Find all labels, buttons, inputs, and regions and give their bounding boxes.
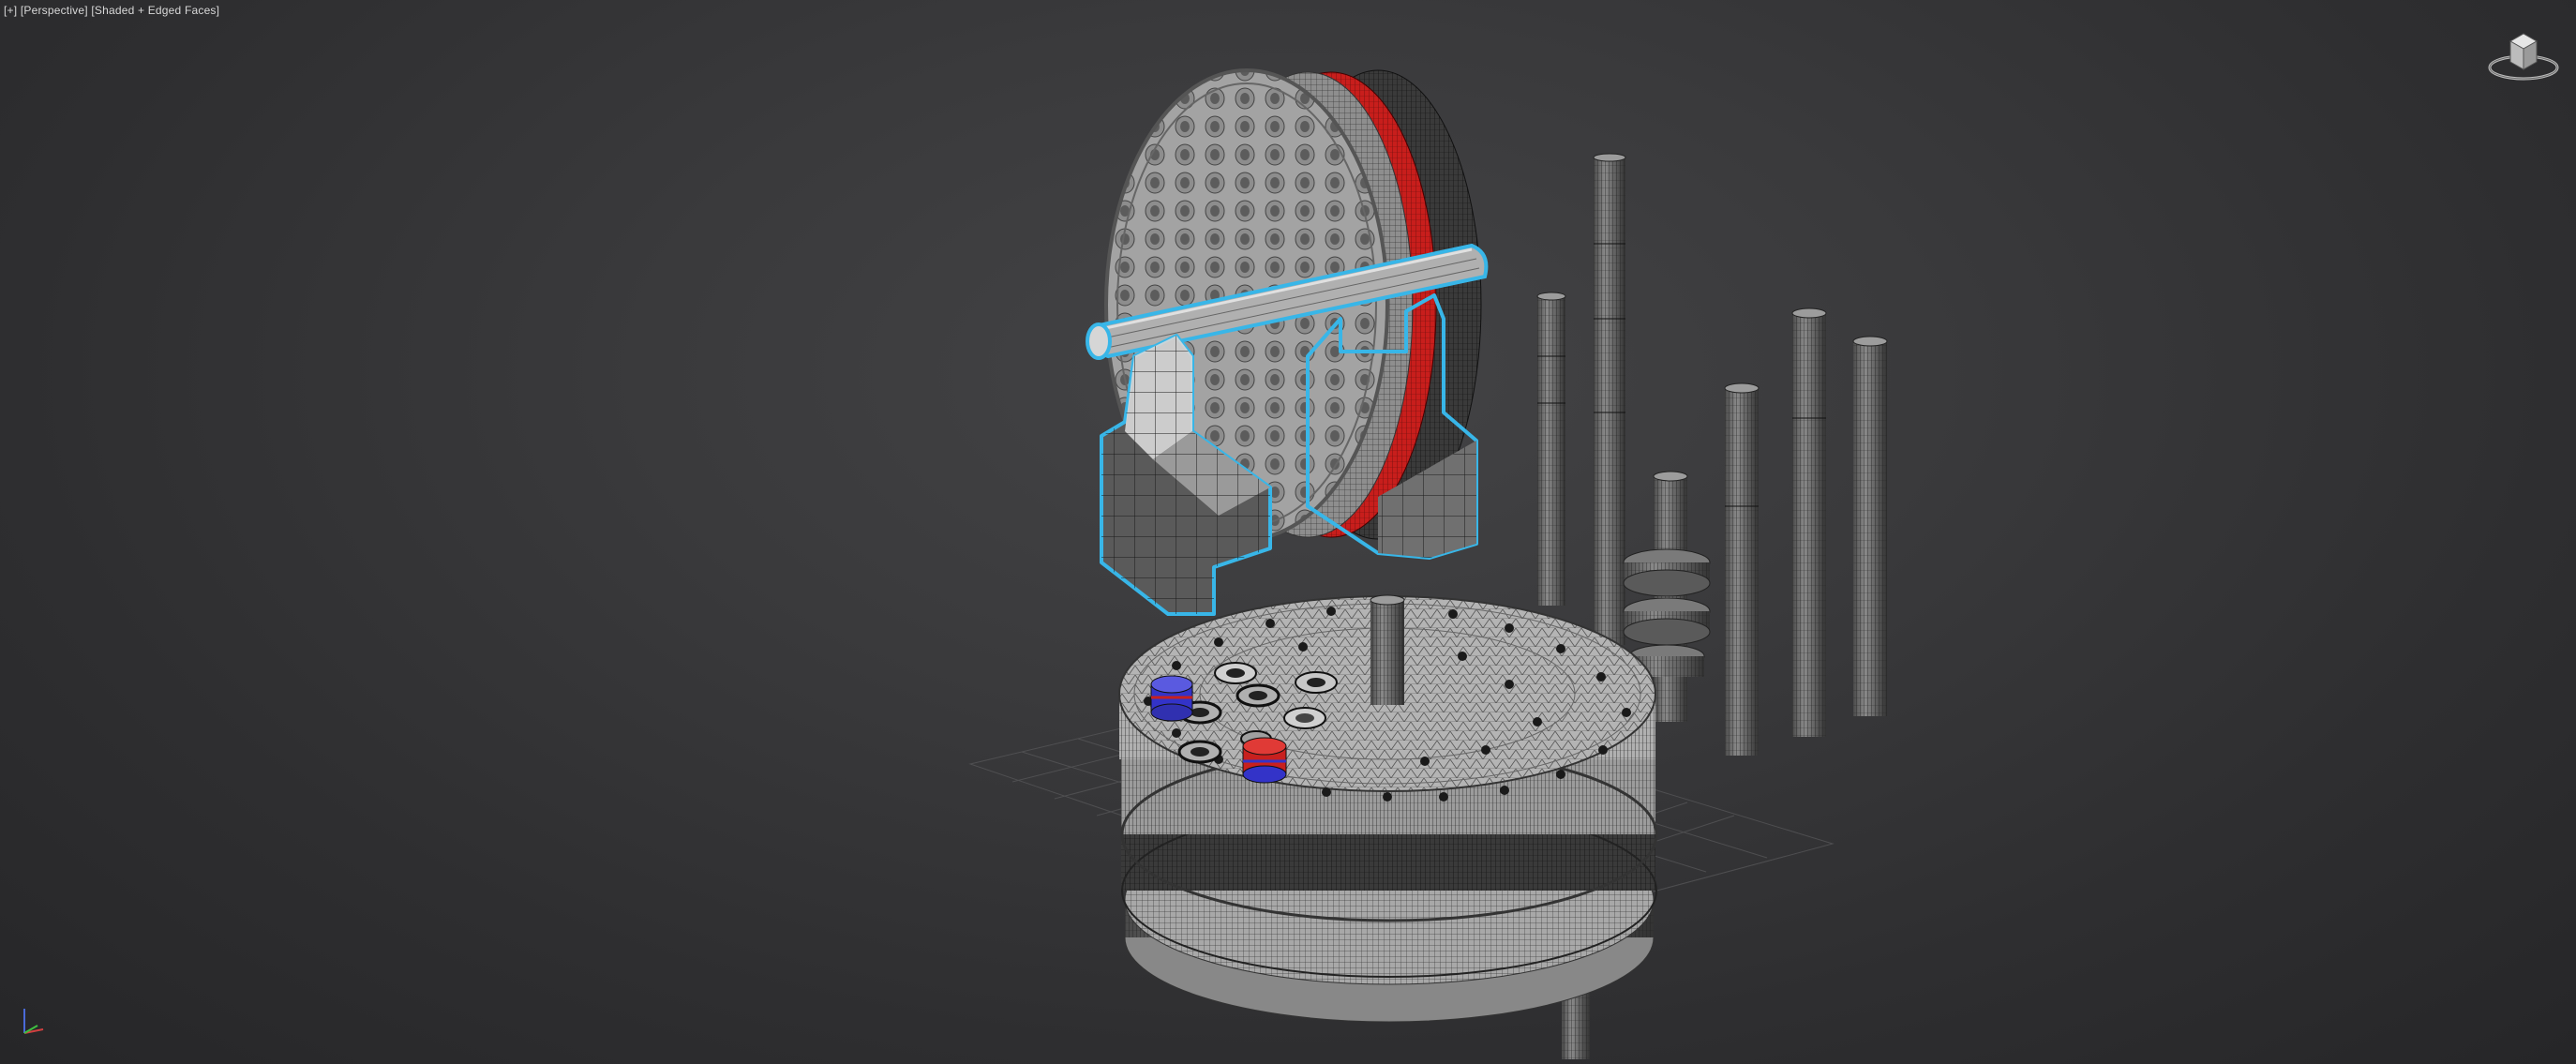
- blue-part[interactable]: [1150, 675, 1193, 722]
- pillar-center-right[interactable]: [1724, 382, 1760, 756]
- pillar-right-far[interactable]: [1852, 336, 1888, 716]
- viewcube[interactable]: [2486, 28, 2561, 88]
- pillar-left[interactable]: [1536, 292, 1566, 606]
- axis-tripod: [13, 1001, 54, 1042]
- perspective-viewport[interactable]: [+] [Perspective] [Shaded + Edged Faces]: [0, 0, 2576, 1064]
- axis-tripod-icon: [23, 1009, 44, 1034]
- red-part[interactable]: [1242, 737, 1287, 784]
- base-turntable[interactable]: [1118, 594, 1658, 1023]
- viewcube-icon[interactable]: [2486, 28, 2561, 88]
- pillar-right-mid[interactable]: [1791, 307, 1827, 737]
- pillar-tall[interactable]: [1593, 153, 1626, 645]
- scene-render[interactable]: [0, 0, 2576, 1064]
